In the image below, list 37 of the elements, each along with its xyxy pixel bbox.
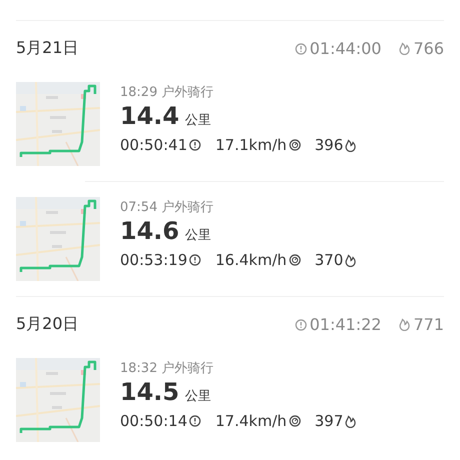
speedometer-icon — [288, 254, 301, 266]
average-speed: 17.4km/h — [215, 412, 287, 430]
distance-value: 14.4 — [120, 102, 180, 130]
speedometer-icon — [288, 415, 301, 427]
activity-calories: 370 — [314, 251, 344, 269]
distance-value: 14.6 — [120, 217, 180, 245]
clock-icon — [189, 139, 202, 151]
total-calories: 771 — [413, 315, 444, 334]
activity-time-type: 18:29 户外骑行 — [120, 84, 215, 102]
distance-unit: 公里 — [185, 227, 212, 244]
activity-duration: 00:50:14 — [120, 412, 188, 430]
flame-icon — [399, 318, 410, 331]
total-calories: 766 — [413, 39, 444, 58]
flame-icon — [345, 254, 356, 266]
total-duration: 01:41:22 — [310, 315, 382, 334]
clock-icon — [294, 42, 307, 54]
flame-icon — [345, 414, 356, 428]
flame-icon — [345, 138, 356, 152]
clock-icon — [189, 415, 202, 427]
total-duration: 01:44:00 — [310, 39, 382, 58]
distance-value: 14.5 — [120, 378, 180, 406]
day-date: 5月20日 — [16, 314, 79, 335]
distance-unit: 公里 — [185, 112, 212, 129]
activity-duration: 00:53:19 — [120, 251, 188, 269]
speedometer-icon — [288, 139, 301, 151]
average-speed: 17.1km/h — [215, 136, 287, 154]
flame-icon — [399, 42, 410, 55]
clock-icon — [189, 254, 202, 266]
activity-duration: 00:50:41 — [120, 136, 188, 154]
activity-calories: 397 — [314, 412, 344, 430]
activity-time-type: 18:32 户外骑行 — [120, 360, 215, 378]
day-date: 5月21日 — [16, 38, 79, 59]
activity-time-type: 07:54 户外骑行 — [120, 199, 215, 217]
average-speed: 16.4km/h — [215, 251, 287, 269]
activity-calories: 396 — [314, 136, 344, 154]
clock-icon — [294, 318, 307, 330]
distance-unit: 公里 — [185, 388, 212, 405]
